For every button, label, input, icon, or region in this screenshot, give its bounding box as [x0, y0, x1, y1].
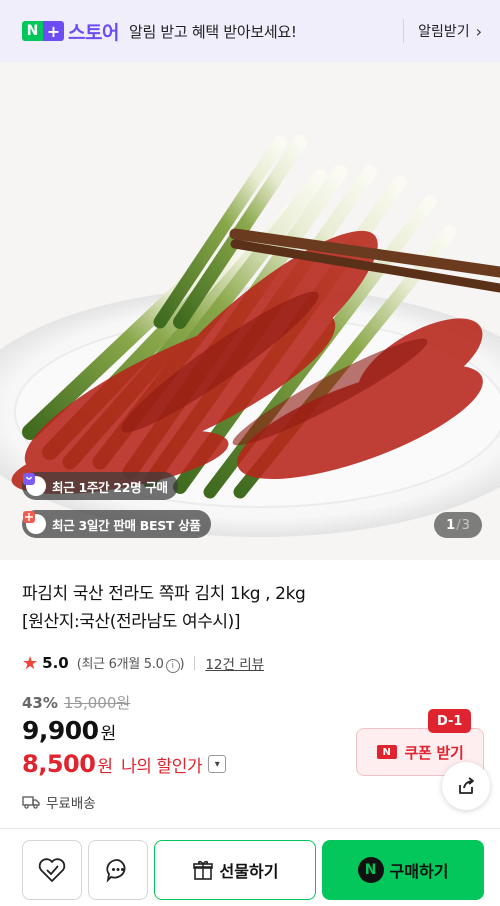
- my-price-unit: 원: [97, 756, 114, 777]
- page-separator: /: [456, 517, 461, 533]
- chevron-right-icon: ›: [475, 21, 482, 41]
- product-title-line1: 파김치 국산 전라도 쪽파 김치 1kg , 2kg: [22, 584, 306, 604]
- heart-check-icon: [38, 858, 66, 882]
- star-icon: ★: [22, 652, 39, 674]
- gift-label: 선물하기: [219, 862, 279, 881]
- share-icon: [459, 777, 474, 794]
- page-total: 3: [461, 517, 470, 533]
- discount-percent: 43%: [22, 694, 58, 712]
- logo-n: N: [22, 21, 43, 41]
- logo-plus: +: [43, 21, 64, 41]
- wishlist-button[interactable]: [22, 840, 82, 900]
- shipping-text: 무료배송: [46, 796, 96, 812]
- weekly-purchase-text: 최근 1주간 22명 구매: [52, 479, 168, 495]
- banner-divider: [403, 19, 405, 43]
- coupon-deadline-badge: D-1: [428, 709, 472, 733]
- alert-subscribe-button[interactable]: 알림받기 ›: [418, 21, 482, 41]
- store-alert-banner[interactable]: N + 스토어 알림 받고 혜택 받아보세요! 알림받기 ›: [0, 0, 500, 62]
- page-current: 1: [446, 517, 456, 533]
- banner-message: 알림 받고 혜택 받아보세요!: [128, 22, 297, 41]
- gift-button[interactable]: 선물하기: [154, 840, 316, 900]
- best-seller-text: 최근 3일간 판매 BEST 상품: [52, 517, 201, 533]
- discount-row: 43% 15,000원: [22, 692, 130, 713]
- sale-price: 9,900 원: [22, 716, 116, 745]
- info-icon[interactable]: i: [165, 659, 180, 673]
- gift-icon: [192, 860, 213, 880]
- n-plus-icon: N +: [22, 21, 64, 41]
- best-seller-badge: 최근 3일간 판매 BEST 상품: [22, 510, 211, 538]
- original-price: 15,000원: [63, 694, 131, 712]
- recent-rating: (최근 6개월 5.0 i): [77, 653, 185, 673]
- delivery-truck-icon: [22, 796, 40, 809]
- image-page-indicator: 1 / 3: [434, 512, 482, 538]
- shopping-bag-icon: [23, 473, 46, 496]
- chevron-down-icon[interactable]: ▾: [208, 755, 227, 773]
- naver-pay-logo: N: [357, 857, 384, 883]
- buy-button[interactable]: N 구매하기: [322, 840, 484, 900]
- buy-label: 구매하기: [389, 862, 449, 881]
- review-count-link[interactable]: 12건 리뷰: [205, 653, 264, 673]
- recent-rating-close: ): [179, 657, 185, 672]
- gift-box-icon: [23, 511, 46, 534]
- coupon-n-icon: N: [376, 745, 397, 759]
- rating-row: ★ 5.0 (최근 6개월 5.0 i) 12건 리뷰: [22, 652, 264, 674]
- my-price-value: 8,500: [22, 750, 96, 778]
- product-image-carousel[interactable]: 최근 1주간 22명 구매 최근 3일간 판매 BEST 상품: [0, 62, 500, 560]
- bottom-action-bar: 선물하기 N 구매하기: [0, 828, 500, 906]
- my-discount-price[interactable]: 8,500 원 나의 할인가 ▾: [22, 750, 227, 778]
- coupon-label: 쿠폰 받기: [404, 743, 464, 762]
- talk-talk-button[interactable]: [88, 840, 148, 900]
- share-button[interactable]: [442, 762, 490, 810]
- sale-price-unit: 원: [100, 724, 117, 744]
- product-title-line2: [원산지:국산(전라남도 여수시)]: [22, 612, 241, 632]
- rating-score: 5.0: [42, 654, 69, 672]
- weekly-purchase-badge: 최근 1주간 22명 구매: [22, 472, 178, 500]
- alert-subscribe-label: 알림받기: [418, 24, 470, 40]
- rating-divider: [194, 656, 196, 670]
- naver-plus-store-logo: N + 스토어: [22, 18, 119, 45]
- shipping-info: 무료배송: [22, 792, 96, 812]
- product-title: 파김치 국산 전라도 쪽파 김치 1kg , 2kg [원산지:국산(전라남도 …: [22, 580, 482, 636]
- chat-bubble-icon: [106, 859, 126, 883]
- brand-store-text: 스토어: [68, 21, 119, 44]
- recent-rating-text: (최근 6개월 5.0: [76, 657, 164, 672]
- my-price-label: 나의 할인가: [121, 756, 203, 777]
- sale-price-value: 9,900: [22, 716, 99, 745]
